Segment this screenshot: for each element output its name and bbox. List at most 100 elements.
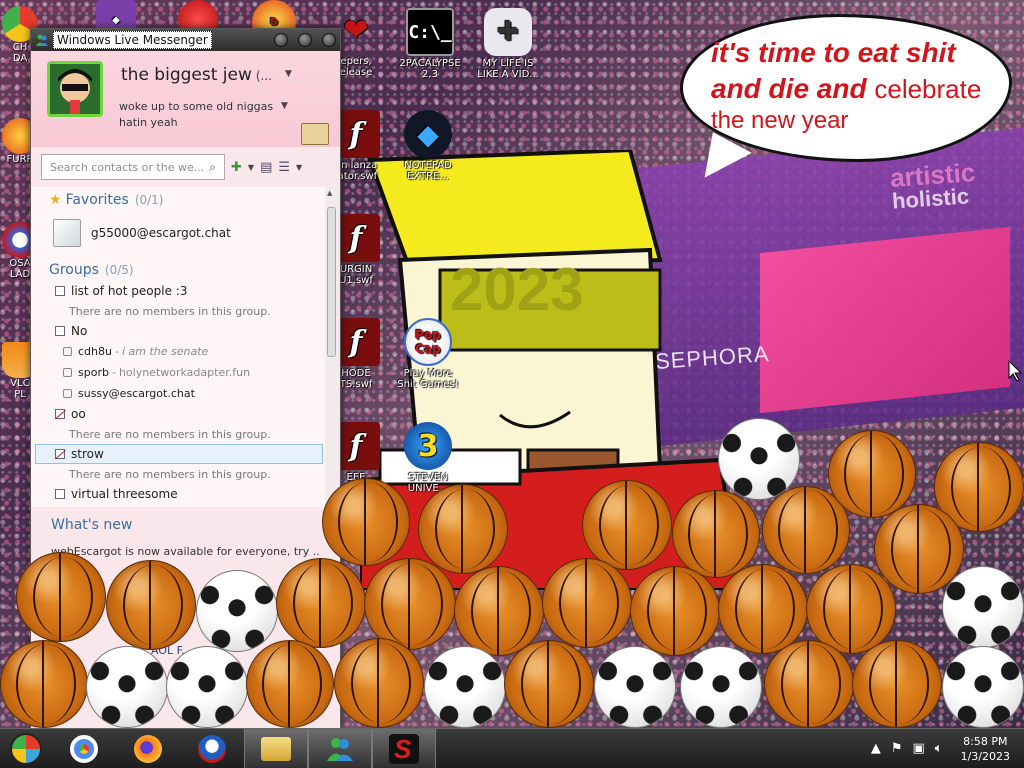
notepad-extreme-icon: ◆	[404, 110, 452, 158]
minimize-button[interactable]	[274, 33, 288, 47]
psm-dropdown-arrow-icon[interactable]: ▼	[281, 101, 288, 111]
soccer-ball	[196, 570, 278, 652]
messenger-buddy-icon	[36, 34, 48, 46]
whats-new-body[interactable]: webEscargot is now available for everyon…	[51, 545, 320, 558]
group-oo[interactable]: oo	[31, 404, 327, 424]
soccer-ball	[166, 646, 248, 728]
volume-icon[interactable]: 🔈︎	[935, 741, 943, 756]
contact-list-scrollbar[interactable]: ▲ ▼	[325, 187, 338, 519]
personal-message[interactable]: woke up to some old niggas hatin yeah	[119, 99, 289, 131]
contact-separator: -	[114, 345, 119, 358]
obama-logo-icon	[198, 734, 226, 763]
scroll-thumb[interactable]	[327, 207, 336, 357]
speech-line-3: the new year	[711, 107, 849, 134]
soccer-ball	[942, 646, 1024, 728]
desktop-icon-2pacalypse[interactable]: C:\_ 2PACALYPSE 2.3	[392, 8, 468, 80]
contact-card-icon[interactable]	[301, 123, 329, 145]
taskbar-app-firefox[interactable]	[116, 729, 180, 768]
display-name-status: (...	[255, 69, 272, 83]
contact-separator: -	[111, 366, 116, 379]
desktop-icon-notepad-extreme[interactable]: ◆ NOTEPAD EXTRE...	[390, 110, 466, 182]
soccer-ball	[86, 646, 168, 728]
favorite-contact[interactable]: g55000@escargot.chat	[31, 211, 327, 255]
contact-name: cdh8u	[78, 345, 112, 358]
status-dropdown-arrow-icon[interactable]: ▼	[285, 69, 292, 79]
desktop-icon-label: Play More Shit Games!	[397, 368, 459, 390]
group-no[interactable]: No	[31, 321, 327, 341]
desktop-icon-popcap[interactable]: Pop Cap Play More Shit Games!	[390, 318, 466, 390]
taskbar-app-obama[interactable]	[180, 729, 244, 768]
speech-line-2-bold: and die and	[711, 73, 867, 104]
start-button[interactable]	[0, 729, 52, 768]
sort-options-icon[interactable]: ☰	[278, 160, 290, 175]
blocked-group-icon	[55, 449, 65, 459]
basketball	[106, 560, 196, 650]
basketball	[418, 484, 508, 574]
desktop-icon-label: 2PACALYPSE 2.3	[399, 58, 461, 80]
desktop-icon-my-life[interactable]: ✚ MY LIFE IS LIKE A VID...	[470, 8, 546, 80]
group-strow[interactable]: strow	[35, 444, 323, 464]
contact-row[interactable]: sussy@escargot.chat	[31, 383, 327, 404]
taskbar-app-explorer[interactable]	[244, 728, 308, 768]
search-icon[interactable]: ⌕	[209, 160, 216, 175]
contact-row[interactable]: sporb - holynetworkadapter.fun	[31, 362, 327, 383]
action-center-flag-icon[interactable]: ⚑	[891, 741, 903, 756]
basketball	[828, 430, 916, 518]
favorites-header[interactable]: ★ Favorites (0/1)	[31, 189, 327, 211]
taskbar-app-chrome[interactable]	[52, 729, 116, 768]
taskbar-app-speed[interactable]: S	[372, 728, 436, 768]
contact-list[interactable]: ★ Favorites (0/1) g55000@escargot.chat G…	[31, 187, 327, 519]
steven-universe-icon: 3	[404, 422, 452, 470]
groups-header[interactable]: Groups (0/5)	[31, 259, 327, 281]
svg-text:S: S	[394, 734, 412, 764]
group-list-of-hot-people[interactable]: list of hot people :3	[31, 281, 327, 301]
cartoon-year-text: 2023	[450, 256, 583, 323]
billboard-text-holistic: holistic	[891, 183, 970, 214]
speech-line-1: it's time to eat shit	[711, 37, 956, 68]
avatar[interactable]	[47, 61, 103, 117]
profile-header: the biggest jew (... ▼ woke up to some ol…	[31, 51, 340, 147]
search-input[interactable]: Search contacts or the we... ⌕	[41, 154, 225, 180]
mouse-cursor-icon	[1008, 360, 1022, 382]
messenger-titlebar[interactable]: Windows Live Messenger	[31, 29, 340, 51]
group-icon	[55, 326, 65, 336]
desktop-icon-label: MY LIFE IS LIKE A VID...	[477, 58, 539, 80]
show-hidden-icons-icon[interactable]: ▲	[871, 741, 881, 756]
cmd-icon: C:\_	[406, 8, 454, 56]
display-name-text: the biggest jew	[121, 65, 252, 85]
contact-name: sussy@escargot.chat	[78, 387, 195, 400]
contact-toolbar: Search contacts or the we... ⌕ ✚ ▼ ▤ ☰ ▼	[31, 147, 340, 187]
group-virtual-threesome[interactable]: virtual threesome	[31, 484, 327, 504]
contact-row[interactable]: cdh8u - i am the senate	[31, 341, 327, 362]
offline-status-icon	[63, 347, 72, 356]
basketball	[630, 566, 720, 656]
messenger-icon	[327, 737, 353, 761]
basketball	[0, 640, 88, 728]
change-layout-icon[interactable]: ▤	[260, 160, 272, 175]
clock-date: 1/3/2023	[960, 749, 1010, 763]
basketball	[852, 640, 942, 728]
popcap-icon: Pop Cap	[404, 318, 452, 366]
speech-line-2: and die and celebrate	[711, 71, 995, 107]
sort-dropdown-arrow-icon[interactable]: ▼	[296, 163, 302, 172]
group-name: strow	[71, 447, 104, 461]
display-name[interactable]: the biggest jew (...	[121, 65, 272, 85]
basketball	[16, 552, 106, 642]
contact-psm: holynetworkadapter.fun	[118, 366, 251, 379]
scroll-up-arrow-icon[interactable]: ▲	[327, 189, 332, 197]
favorites-count: (0/1)	[134, 193, 164, 207]
network-icon[interactable]: ▣	[912, 741, 924, 756]
basketball	[764, 640, 854, 728]
add-contact-dropdown-arrow-icon[interactable]: ▼	[248, 163, 254, 172]
clock[interactable]: 8:58 PM 1/3/2023	[961, 734, 1010, 764]
contact-name: sporb	[78, 366, 109, 379]
maximize-button[interactable]	[298, 33, 312, 47]
add-contact-icon[interactable]: ✚	[231, 160, 242, 175]
window-title: Windows Live Messenger	[53, 31, 212, 49]
taskbar-app-messenger[interactable]	[308, 728, 372, 768]
speech-line-2-plain: celebrate	[874, 74, 982, 104]
basketball	[276, 558, 366, 648]
contact-psm: i am the senate	[121, 345, 209, 358]
close-button[interactable]	[322, 33, 336, 47]
desktop-icon-steven-universe[interactable]: 3 STEVEN UNIVE...	[390, 422, 466, 494]
